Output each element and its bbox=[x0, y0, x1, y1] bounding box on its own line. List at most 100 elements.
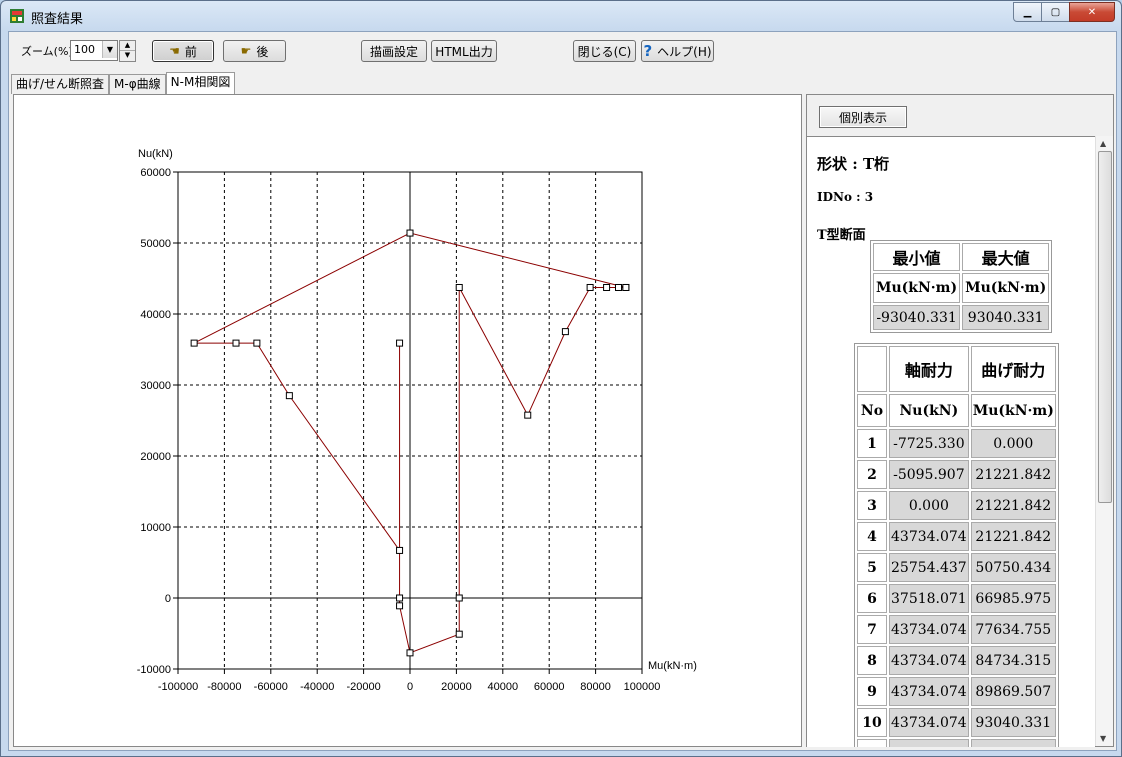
data-point bbox=[232, 339, 240, 347]
y-tick-label: -10000 bbox=[137, 664, 171, 676]
y-tick-label: 40000 bbox=[140, 309, 171, 321]
x-axis-label: Mu(kN·m) bbox=[648, 660, 697, 672]
help-button[interactable]: ? ヘルプ(H) bbox=[641, 40, 714, 62]
table-row: 8 43734.074 84734.315 bbox=[857, 646, 1056, 675]
scroll-up-icon[interactable]: ▲ bbox=[1100, 139, 1106, 148]
scroll-thumb[interactable] bbox=[1098, 151, 1112, 503]
next-button[interactable]: ☛ 後 bbox=[223, 40, 286, 62]
nu-value: 43734.074 bbox=[889, 615, 969, 644]
table-row: 4 43734.074 21221.842 bbox=[857, 522, 1056, 551]
detail-pane: 個別表示 形状 : T桁 IDNo : 3 T型断面 最小値 最大値 Mu(kN… bbox=[806, 94, 1114, 747]
data-point bbox=[190, 339, 198, 347]
nu-value: 25754.437 bbox=[889, 553, 969, 582]
mu-value: 21221.842 bbox=[970, 460, 1056, 489]
section-type: T型断面 bbox=[817, 228, 866, 243]
table-row: 3 0.000 21221.842 bbox=[857, 491, 1056, 520]
row-number: 3 bbox=[857, 491, 887, 520]
data-point bbox=[622, 283, 630, 291]
detail-content: 形状 : T桁 IDNo : 3 T型断面 最小値 最大値 Mu(kN·m) M… bbox=[807, 136, 1095, 747]
y-tick-label: 20000 bbox=[140, 451, 171, 463]
row-number: 10 bbox=[857, 708, 887, 737]
tab-bending-shear[interactable]: 曲げ/せん断照査 bbox=[11, 74, 110, 94]
prev-button[interactable]: ☚ 前 bbox=[152, 40, 214, 62]
data-point bbox=[524, 411, 532, 419]
x-tick-label: 40000 bbox=[488, 681, 519, 693]
vertical-scrollbar[interactable]: ▲ ▼ bbox=[1095, 136, 1113, 746]
html-output-button[interactable]: HTML出力 bbox=[431, 40, 497, 62]
draw-settings-label: 描画設定 bbox=[369, 44, 418, 59]
table-row: 7 43734.074 77634.755 bbox=[857, 615, 1056, 644]
hand-pointing-icon: ☚ bbox=[169, 44, 180, 58]
close-window-button[interactable]: ✕ bbox=[1069, 2, 1115, 22]
mu-value: 50750.434 bbox=[970, 553, 1056, 582]
row-number: 6 bbox=[857, 584, 887, 613]
x-tick-label: -40000 bbox=[300, 681, 334, 693]
table-row: 2 -5095.907 21221.842 bbox=[857, 460, 1056, 489]
points-table: 軸耐力 曲げ耐力 No Nu(kN) Mu(kN·m) 1 -7725.330 0.… bbox=[854, 343, 1059, 747]
nu-value: 37518.071 bbox=[889, 584, 969, 613]
bending-header: 曲げ耐力 bbox=[970, 346, 1056, 392]
x-tick-label: 20000 bbox=[441, 681, 472, 693]
range-table: 最小値 最大値 Mu(kN·m) Mu(kN·m) -93040.331 930… bbox=[870, 240, 1053, 333]
scroll-down-icon[interactable]: ▼ bbox=[1100, 734, 1106, 743]
title-bar[interactable]: 照査結果 ▁ ▢ ✕ bbox=[1, 1, 1121, 31]
no-header: No bbox=[857, 394, 887, 427]
shape-title: 形状 : T桁 bbox=[817, 155, 890, 173]
minimize-icon: ▁ bbox=[1023, 6, 1032, 18]
nu-value: 43734.074 bbox=[889, 708, 969, 737]
chart-axes bbox=[177, 171, 643, 670]
close-button[interactable]: 閉じる(C) bbox=[573, 40, 636, 62]
y-tick-label: 0 bbox=[165, 593, 171, 605]
app-icon bbox=[10, 9, 24, 23]
data-point bbox=[455, 594, 463, 602]
zoom-spinner[interactable]: ▲ ▼ bbox=[119, 40, 136, 62]
tab-m-phi-curve[interactable]: M-φ曲線 bbox=[109, 74, 166, 94]
row-number: 9 bbox=[857, 677, 887, 706]
spin-down-icon[interactable]: ▼ bbox=[120, 51, 135, 60]
toolbar: ズーム(%) 100 ▼ ▲ ▼ ☚ 前 ☛ 後 描画設定 HTML出力 閉じる… bbox=[9, 32, 1116, 70]
minimize-button[interactable]: ▁ bbox=[1013, 2, 1042, 22]
table-row: 1 -7725.330 0.000 bbox=[857, 429, 1056, 458]
spin-up-icon[interactable]: ▲ bbox=[120, 41, 135, 51]
id-number: IDNo : 3 bbox=[817, 190, 874, 204]
x-tick-label: -100000 bbox=[158, 681, 198, 693]
data-point bbox=[285, 392, 293, 400]
window-title: 照査結果 bbox=[31, 12, 84, 27]
mu-unit: Mu(kN·m) bbox=[970, 394, 1056, 427]
table-row: 1143734.07493040.331 bbox=[857, 739, 1056, 747]
tab-n-m-interaction[interactable]: N-M相関図 bbox=[165, 72, 236, 94]
min-unit: Mu(kN·m) bbox=[873, 273, 961, 303]
data-point bbox=[586, 283, 594, 291]
nu-value: 0.000 bbox=[889, 491, 969, 520]
individual-display-label: 個別表示 bbox=[838, 110, 887, 125]
table-row: 10 43734.074 93040.331 bbox=[857, 708, 1056, 737]
data-point bbox=[614, 283, 622, 291]
row-number: 2 bbox=[857, 460, 887, 489]
data-point bbox=[396, 594, 404, 602]
blank-header bbox=[857, 346, 887, 392]
chevron-down-icon[interactable]: ▼ bbox=[102, 41, 117, 58]
draw-settings-button[interactable]: 描画設定 bbox=[361, 40, 427, 62]
mu-value: 84734.315 bbox=[970, 646, 1056, 675]
hand-pointing-icon: ☛ bbox=[240, 44, 252, 58]
max-value: 93040.331 bbox=[962, 305, 1050, 330]
nu-value: 43734.074 bbox=[889, 522, 969, 551]
client-area: ズーム(%) 100 ▼ ▲ ▼ ☚ 前 ☛ 後 描画設定 HTML出力 閉じる… bbox=[8, 31, 1117, 751]
data-point bbox=[253, 339, 261, 347]
tab-bar: 曲げ/せん断照査 M-φ曲線 N-M相関図 bbox=[11, 72, 236, 94]
data-point bbox=[455, 630, 463, 638]
chart-ticks: -100000100002000030000400005000060000-10… bbox=[137, 167, 661, 693]
axial-header: 軸耐力 bbox=[889, 346, 969, 392]
data-point bbox=[406, 649, 414, 657]
mu-value: 21221.842 bbox=[970, 522, 1056, 551]
x-tick-label: 80000 bbox=[580, 681, 611, 693]
zoom-select[interactable]: 100 ▼ bbox=[70, 40, 118, 61]
data-point bbox=[455, 283, 463, 291]
individual-display-button[interactable]: 個別表示 bbox=[819, 106, 907, 128]
row-number: 7 bbox=[857, 615, 887, 644]
data-point bbox=[396, 339, 404, 347]
nu-value: -5095.907 bbox=[889, 460, 969, 489]
maximize-button[interactable]: ▢ bbox=[1041, 2, 1070, 22]
data-point bbox=[561, 328, 569, 336]
row-number: 1 bbox=[857, 429, 887, 458]
